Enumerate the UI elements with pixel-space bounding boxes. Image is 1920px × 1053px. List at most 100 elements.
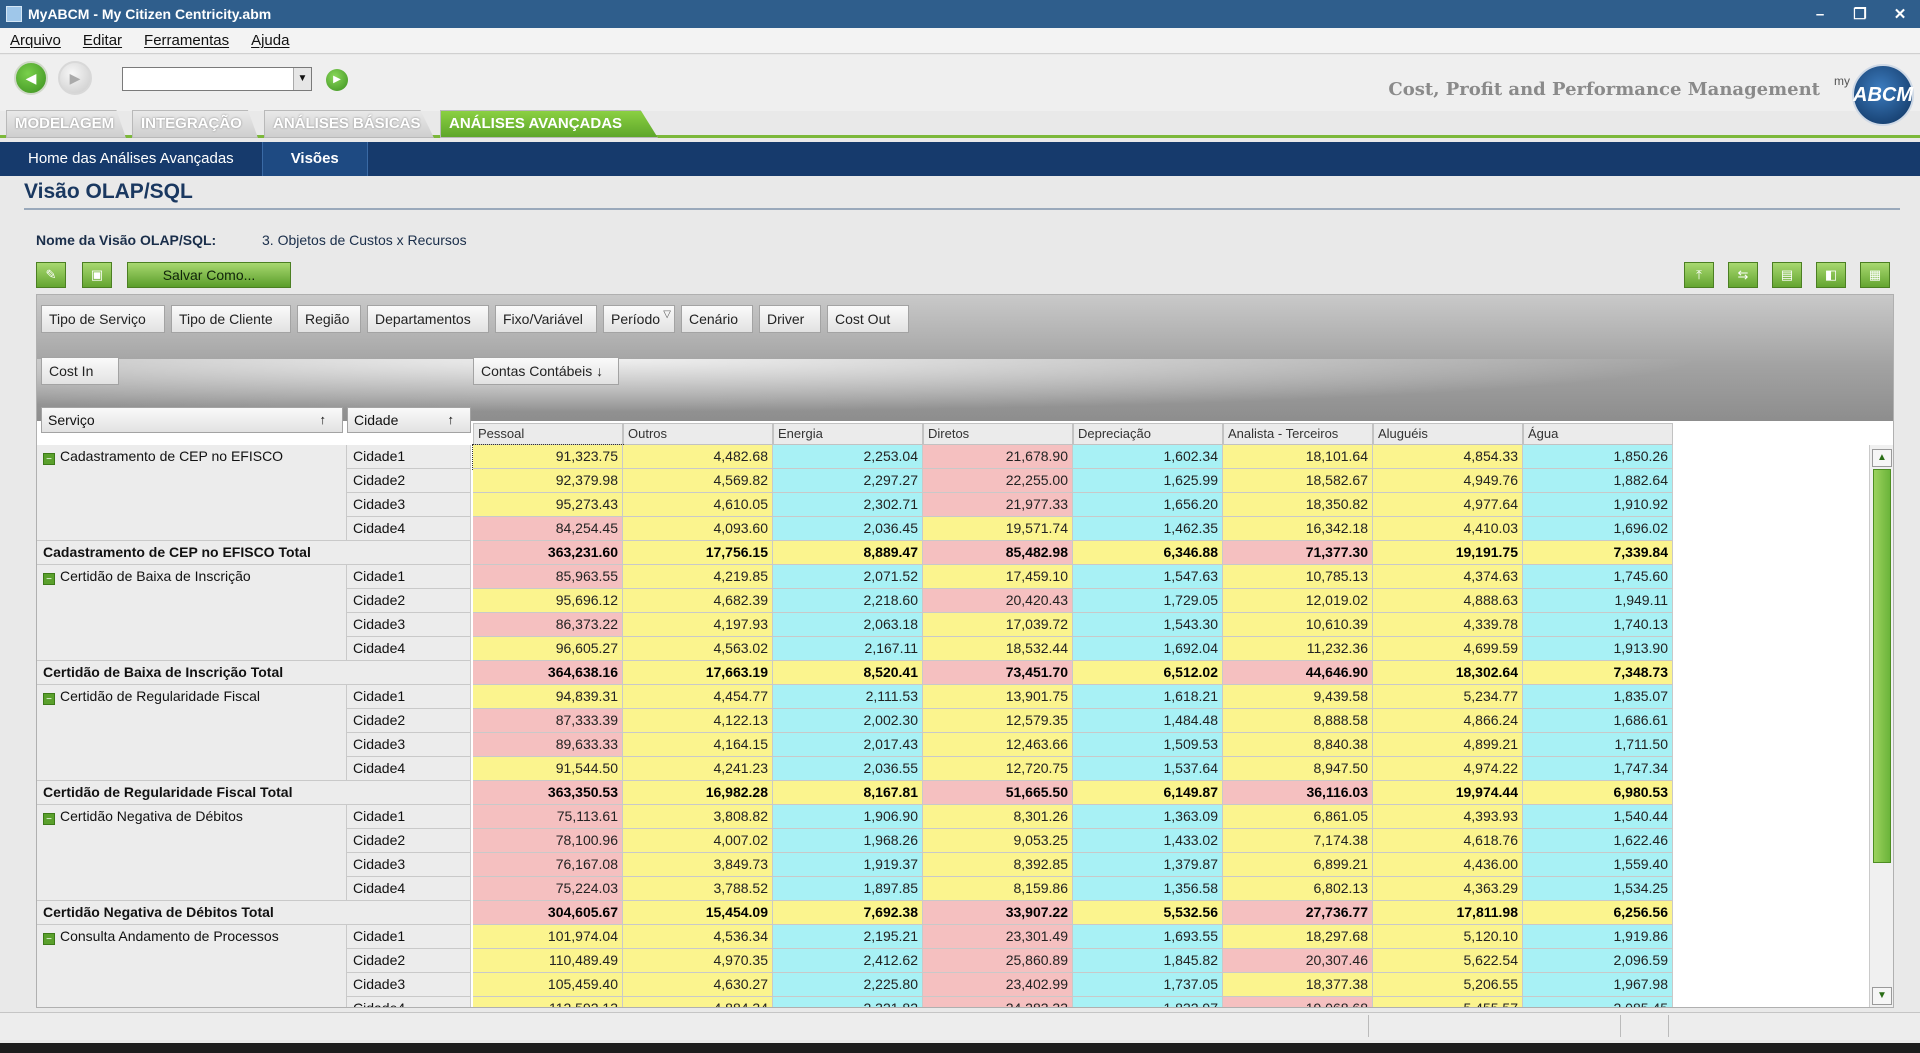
data-cell[interactable]: 4,854.33 <box>1373 445 1523 469</box>
data-cell[interactable]: 18,532.44 <box>923 637 1073 661</box>
data-cell[interactable]: 11,232.36 <box>1223 637 1373 661</box>
data-cell[interactable]: 1,897.85 <box>773 877 923 901</box>
data-cell[interactable]: 1,850.26 <box>1523 445 1673 469</box>
data-cell[interactable]: 4,241.23 <box>623 757 773 781</box>
total-cell[interactable]: 6,346.88 <box>1073 541 1223 565</box>
subnav-home-analises[interactable]: Home das Análises Avançadas <box>0 142 262 176</box>
scroll-up-icon[interactable]: ▲ <box>1872 449 1892 467</box>
data-cell[interactable]: 4,122.13 <box>623 709 773 733</box>
data-cell[interactable]: 10,610.39 <box>1223 613 1373 637</box>
column-header[interactable]: Pessoal <box>473 423 623 445</box>
data-cell[interactable]: 4,093.60 <box>623 517 773 541</box>
data-cell[interactable]: 1,484.48 <box>1073 709 1223 733</box>
data-cell[interactable]: 1,540.44 <box>1523 805 1673 829</box>
data-cell[interactable]: 1,913.90 <box>1523 637 1673 661</box>
chevron-down-icon[interactable]: ▼ <box>293 68 311 90</box>
data-cell[interactable]: 1,543.30 <box>1073 613 1223 637</box>
data-cell[interactable]: 6,861.05 <box>1223 805 1373 829</box>
data-cell[interactable]: 85,963.55 <box>473 565 623 589</box>
data-cell[interactable]: 84,254.45 <box>473 517 623 541</box>
data-cell[interactable]: 8,159.86 <box>923 877 1073 901</box>
data-cell[interactable]: 12,720.75 <box>923 757 1073 781</box>
subnav-visoes[interactable]: Visões <box>261 142 368 176</box>
data-cell[interactable]: 1,547.63 <box>1073 565 1223 589</box>
tab-modelagem[interactable]: MODELAGEM <box>6 110 126 138</box>
data-cell[interactable]: 4,563.02 <box>623 637 773 661</box>
data-cell[interactable]: 8,888.58 <box>1223 709 1373 733</box>
collapse-icon[interactable]: − <box>43 573 55 585</box>
data-cell[interactable]: 16,342.18 <box>1223 517 1373 541</box>
data-cell[interactable]: 13,901.75 <box>923 685 1073 709</box>
data-cell[interactable]: 1,656.20 <box>1073 493 1223 517</box>
data-cell[interactable]: 75,113.61 <box>473 805 623 829</box>
data-cell[interactable]: 1,559.40 <box>1523 853 1673 877</box>
data-cell[interactable]: 4,536.34 <box>623 925 773 949</box>
data-cell[interactable]: 17,459.10 <box>923 565 1073 589</box>
tab-analises-basicas[interactable]: ANÁLISES BÁSICAS <box>264 110 434 138</box>
data-cell[interactable]: 1,740.13 <box>1523 613 1673 637</box>
data-cell[interactable]: 1,968.26 <box>773 829 923 853</box>
data-cell[interactable]: 4,977.64 <box>1373 493 1523 517</box>
data-cell[interactable]: 23,301.49 <box>923 925 1073 949</box>
forward-arrow-icon[interactable]: ▶ <box>58 61 92 95</box>
menu-editar[interactable]: Editar <box>83 32 122 49</box>
filter-icon[interactable]: ▦ <box>1860 262 1890 288</box>
total-cell[interactable]: 8,889.47 <box>773 541 923 565</box>
data-cell[interactable]: 4,363.29 <box>1373 877 1523 901</box>
data-cell[interactable]: 1,602.34 <box>1073 445 1223 469</box>
data-cell[interactable]: 21,678.90 <box>923 445 1073 469</box>
data-cell[interactable]: 110,489.49 <box>473 949 623 973</box>
data-cell[interactable]: 12,019.02 <box>1223 589 1373 613</box>
data-cell[interactable]: 4,974.22 <box>1373 757 1523 781</box>
swap-axes-icon[interactable]: ⇆ <box>1728 262 1758 288</box>
data-cell[interactable]: 18,377.38 <box>1223 973 1373 997</box>
vertical-scrollbar[interactable]: ▲ ▼ <box>1869 445 1893 1007</box>
data-cell[interactable]: 18,101.64 <box>1223 445 1373 469</box>
collapse-icon[interactable]: − <box>43 933 55 945</box>
data-cell[interactable]: 1,919.86 <box>1523 925 1673 949</box>
total-cell[interactable]: 7,339.84 <box>1523 541 1673 565</box>
data-cell[interactable]: 4,164.15 <box>623 733 773 757</box>
data-cell[interactable]: 2,218.60 <box>773 589 923 613</box>
data-cell[interactable]: 4,393.93 <box>1373 805 1523 829</box>
data-cell[interactable]: 1,835.07 <box>1523 685 1673 709</box>
data-cell[interactable]: 1,462.35 <box>1073 517 1223 541</box>
scrollbar-thumb[interactable] <box>1873 469 1891 863</box>
data-cell[interactable]: 23,402.99 <box>923 973 1073 997</box>
chart-icon[interactable]: ◧ <box>1816 262 1846 288</box>
data-cell[interactable]: 18,350.82 <box>1223 493 1373 517</box>
total-cell[interactable]: 36,116.03 <box>1223 781 1373 805</box>
data-cell[interactable]: 12,463.66 <box>923 733 1073 757</box>
data-cell[interactable]: 96,605.27 <box>473 637 623 661</box>
data-cell[interactable]: 95,273.43 <box>473 493 623 517</box>
data-cell[interactable]: 9,439.58 <box>1223 685 1373 709</box>
back-arrow-icon[interactable]: ◀ <box>14 61 48 95</box>
data-cell[interactable]: 1,686.61 <box>1523 709 1673 733</box>
data-cell[interactable]: 8,301.26 <box>923 805 1073 829</box>
filter-field-tipo-servico[interactable]: Tipo de Serviço <box>41 305 165 333</box>
data-cell[interactable]: 4,630.27 <box>623 973 773 997</box>
menu-ajuda[interactable]: Ajuda <box>251 32 289 49</box>
data-cell[interactable]: 2,036.55 <box>773 757 923 781</box>
data-cell[interactable]: 4,436.00 <box>1373 853 1523 877</box>
data-field-cost-in[interactable]: Cost In <box>41 357 119 385</box>
row-field-servico[interactable]: Serviço ↑ <box>41 407 343 433</box>
column-header[interactable]: Analista - Terceiros <box>1223 423 1373 445</box>
data-cell[interactable]: 24,283.33 <box>923 997 1073 1007</box>
data-cell[interactable]: 89,633.33 <box>473 733 623 757</box>
data-cell[interactable]: 1,910.92 <box>1523 493 1673 517</box>
data-cell[interactable]: 1,967.98 <box>1523 973 1673 997</box>
export-icon[interactable]: ⤒ <box>1684 262 1714 288</box>
tab-analises-avancadas[interactable]: ANÁLISES AVANÇADAS <box>440 110 658 138</box>
data-cell[interactable]: 2,253.04 <box>773 445 923 469</box>
data-cell[interactable]: 19,068.68 <box>1223 997 1373 1007</box>
edit-icon[interactable]: ✎ <box>36 262 66 288</box>
total-cell[interactable]: 6,256.56 <box>1523 901 1673 925</box>
filter-field-cost-out[interactable]: Cost Out <box>827 305 909 333</box>
data-cell[interactable]: 5,622.54 <box>1373 949 1523 973</box>
menu-ferramentas[interactable]: Ferramentas <box>144 32 229 49</box>
filter-field-regiao[interactable]: Região <box>297 305 361 333</box>
data-cell[interactable]: 4,374.63 <box>1373 565 1523 589</box>
layout-icon[interactable]: ▤ <box>1772 262 1802 288</box>
data-cell[interactable]: 1,845.82 <box>1073 949 1223 973</box>
